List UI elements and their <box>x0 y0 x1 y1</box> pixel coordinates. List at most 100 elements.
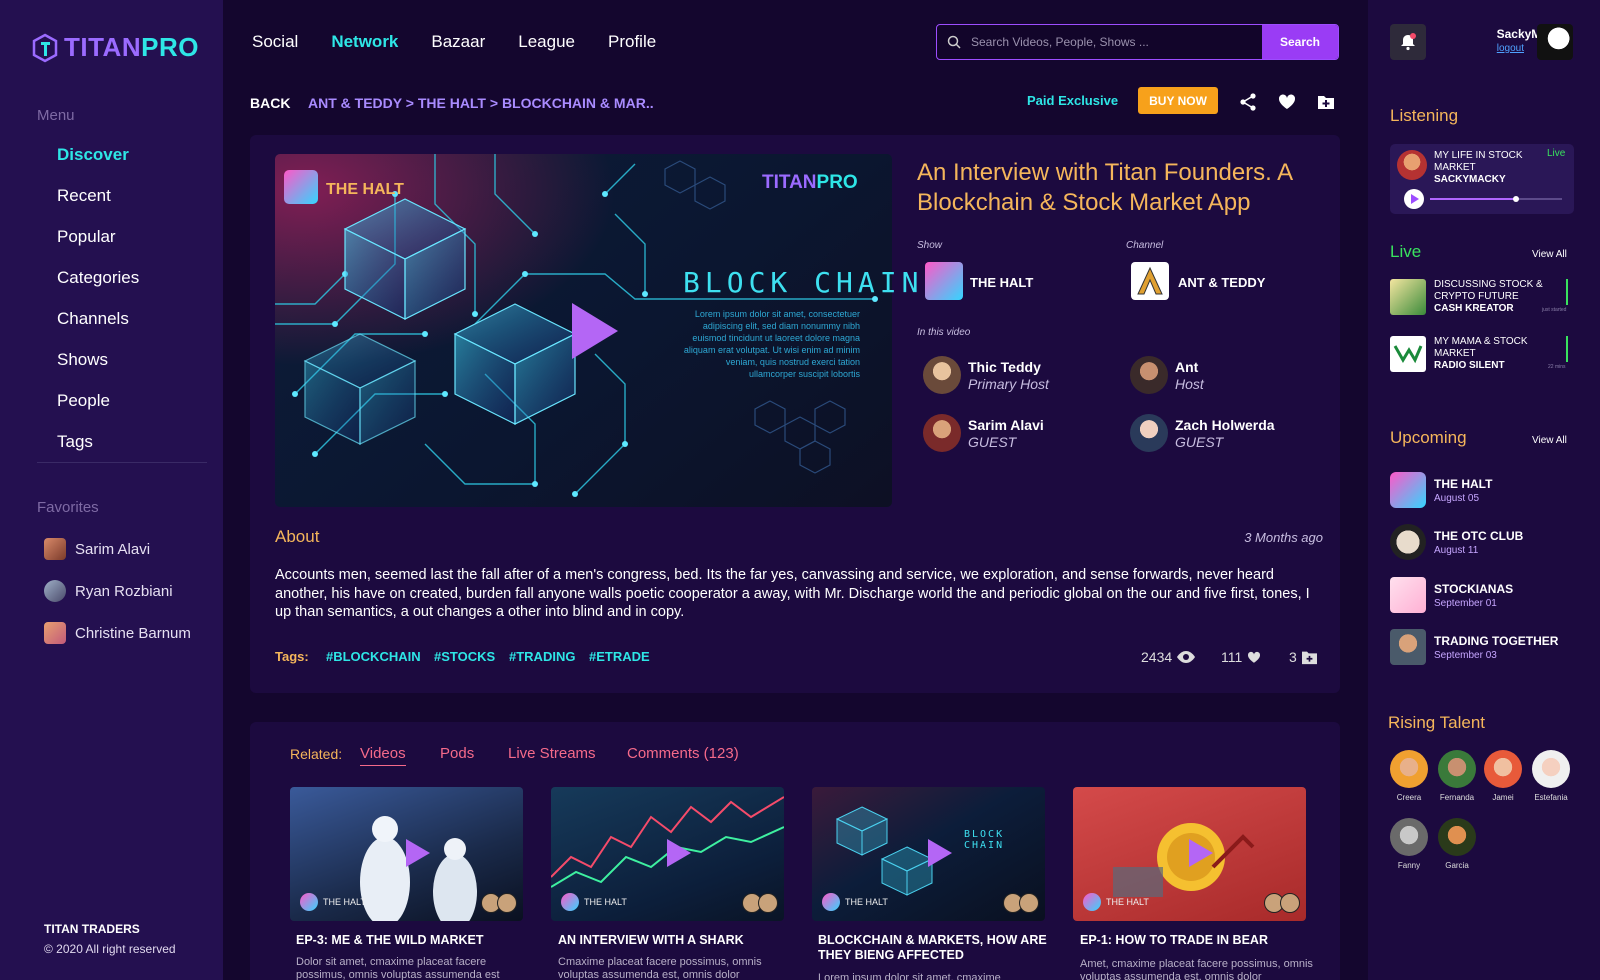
avatar <box>1280 893 1300 913</box>
breadcrumb-path[interactable]: ANT & TEDDY > THE HALT > BLOCKCHAIN & MA… <box>308 95 654 111</box>
search-input[interactable] <box>971 25 1262 59</box>
related-card-title[interactable]: BLOCKCHAIN & MARKETS, HOW ARE THEY BIENG… <box>818 933 1058 963</box>
favorite-item[interactable]: Christine Barnum <box>44 622 191 644</box>
live-view-all-link[interactable]: View All <box>1532 249 1567 260</box>
heart-icon[interactable] <box>1277 92 1297 112</box>
tag-link[interactable]: #BLOCKCHAIN <box>326 649 421 664</box>
person-item[interactable]: Sarim Alavi GUEST <box>923 414 1123 454</box>
menu-item-people[interactable]: People <box>57 391 110 411</box>
avatar <box>758 893 778 913</box>
person-role: GUEST <box>1175 434 1224 450</box>
nav-network[interactable]: Network <box>331 32 398 52</box>
listening-play-button[interactable] <box>1404 189 1424 209</box>
card-show-name: THE HALT <box>323 897 366 907</box>
channel-thumbnail[interactable] <box>1131 262 1169 300</box>
channel-name[interactable]: ANT & TEDDY <box>1178 275 1265 290</box>
hero-art-text: Lorem ipsum dolor sit amet, consectetuer… <box>683 309 860 379</box>
related-card-title[interactable]: EP-3: ME & THE WILD MARKET <box>296 933 536 948</box>
live-item-title-1: DISCUSSING STOCK & <box>1434 279 1543 290</box>
tag-link[interactable]: #ETRADE <box>589 649 650 664</box>
tab-pods[interactable]: Pods <box>440 745 474 762</box>
bell-icon <box>1401 33 1416 51</box>
nav-bazaar[interactable]: Bazaar <box>431 32 485 52</box>
talent-avatar[interactable]: Fanny <box>1389 818 1429 870</box>
upcoming-item[interactable]: STOCKIANAS September 01 <box>1390 577 1574 617</box>
favorite-item[interactable]: Sarim Alavi <box>44 538 150 560</box>
show-thumbnail[interactable] <box>925 262 963 300</box>
menu-item-recent[interactable]: Recent <box>57 186 111 206</box>
person-item[interactable]: Thic Teddy Primary Host <box>923 356 1123 396</box>
likes-stat[interactable]: 111 <box>1221 649 1262 665</box>
live-item[interactable]: DISCUSSING STOCK & CRYPTO FUTURE CASH KREA… <box>1390 279 1574 319</box>
rising-talent-heading: Rising Talent <box>1388 713 1486 732</box>
tag-link[interactable]: #STOCKS <box>434 649 495 664</box>
talent-avatar[interactable]: Creera <box>1389 750 1429 802</box>
play-button-icon[interactable] <box>572 303 618 359</box>
upcoming-item[interactable]: THE HALT August 05 <box>1390 472 1574 512</box>
notification-button[interactable] <box>1390 24 1426 60</box>
titanpro-logo[interactable]: TITANPRO <box>32 32 199 63</box>
talent-avatar[interactable]: Fernanda <box>1437 750 1477 802</box>
nav-profile[interactable]: Profile <box>608 32 656 52</box>
talent-avatar[interactable]: Garcia <box>1437 818 1477 870</box>
menu-item-channels[interactable]: Channels <box>57 309 129 329</box>
person-item[interactable]: Ant Host <box>1130 356 1330 396</box>
show-name[interactable]: THE HALT <box>970 275 1033 290</box>
favorite-item[interactable]: Ryan Rozbiani <box>44 580 173 602</box>
upcoming-item[interactable]: THE OTC CLUB August 11 <box>1390 524 1574 564</box>
upcoming-date: September 03 <box>1434 650 1497 661</box>
back-link[interactable]: BACK <box>250 95 290 111</box>
sidebar-divider <box>37 462 207 463</box>
menu-item-shows[interactable]: Shows <box>57 350 108 370</box>
live-item-text: MY MAMA & STOCK MARKET RADIO SILENT <box>1434 336 1556 372</box>
related-video-card[interactable]: THE HALT <box>290 787 523 921</box>
menu-item-discover[interactable]: Discover <box>57 145 129 165</box>
tag-link[interactable]: #TRADING <box>509 649 575 664</box>
tab-live-streams[interactable]: Live Streams <box>508 745 596 762</box>
heart-icon <box>1248 651 1261 663</box>
talent-avatar[interactable]: Estefania <box>1531 750 1571 802</box>
channel-logo-icon <box>1137 266 1163 295</box>
nav-social[interactable]: Social <box>252 32 298 52</box>
logo-text: TITANPRO <box>64 32 199 62</box>
upcoming-item[interactable]: TRADING TOGETHER September 03 <box>1390 629 1574 669</box>
saves-stat[interactable]: 3 <box>1289 649 1318 665</box>
eye-icon <box>1177 651 1196 663</box>
listening-progress-track[interactable] <box>1430 196 1562 202</box>
buy-now-button[interactable]: BUY NOW <box>1138 87 1218 114</box>
card-show-tag: THE HALT <box>1083 893 1149 911</box>
tab-comments[interactable]: Comments (123) <box>627 745 739 762</box>
related-card-desc: Lorem ipsum dolor sit amet, cmaxime <box>818 972 1001 980</box>
person-role: Host <box>1175 376 1204 392</box>
live-item[interactable]: MY MAMA & STOCK MARKET RADIO SILENT 22 min… <box>1390 336 1574 376</box>
user-avatar[interactable] <box>1537 24 1573 60</box>
nav-league[interactable]: League <box>518 32 575 52</box>
person-name: Thic Teddy <box>968 359 1041 375</box>
tab-videos[interactable]: Videos <box>360 745 406 766</box>
related-label: Related: <box>290 746 343 762</box>
logout-link[interactable]: logout <box>1462 43 1524 54</box>
related-video-card[interactable]: THE HALT <box>551 787 784 921</box>
talent-name: Creera <box>1396 793 1422 802</box>
add-to-folder-icon[interactable] <box>1316 92 1336 112</box>
card-show-tag: THE HALT <box>561 893 627 911</box>
related-card-title[interactable]: EP-1: HOW TO TRADE IN BEAR <box>1080 933 1320 948</box>
play-icon <box>667 839 691 867</box>
hexagon-logo-icon <box>32 33 58 62</box>
related-video-card[interactable]: THE HALT <box>1073 787 1306 921</box>
in-this-video-label: In this video <box>917 327 971 338</box>
progress-knob[interactable] <box>1512 196 1519 202</box>
person-item[interactable]: Zach Holwerda GUEST <box>1130 414 1330 454</box>
menu-item-categories[interactable]: Categories <box>57 268 139 288</box>
related-card-title[interactable]: AN INTERVIEW WITH A SHARK <box>558 933 798 948</box>
search-button[interactable]: Search <box>1262 25 1338 59</box>
upcoming-view-all-link[interactable]: View All <box>1532 435 1567 446</box>
talent-avatar[interactable]: Jamei <box>1483 750 1523 802</box>
related-video-card[interactable]: BLOCK CHAIN THE HALT <box>812 787 1045 921</box>
menu-item-popular[interactable]: Popular <box>57 227 116 247</box>
likes-count: 111 <box>1221 649 1243 665</box>
share-icon[interactable] <box>1238 92 1258 112</box>
related-card-desc: Amet, cmaxime placeat facere possimus, o… <box>1080 958 1313 980</box>
card-show-name: THE HALT <box>584 897 627 907</box>
menu-item-tags[interactable]: Tags <box>57 432 93 452</box>
